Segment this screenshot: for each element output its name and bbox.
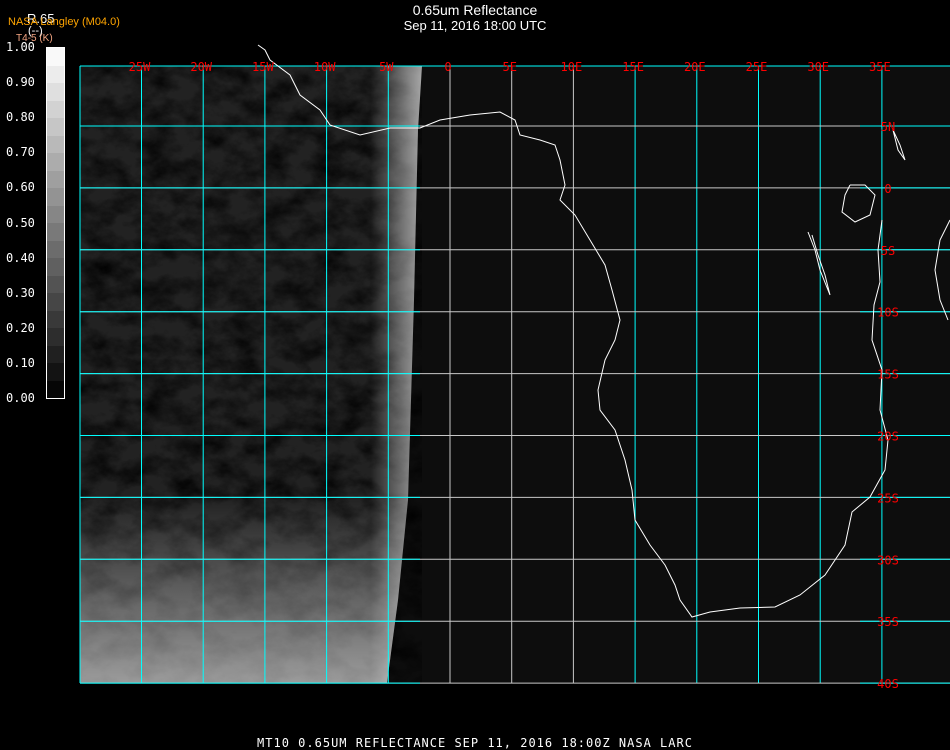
latitude-label: 15S [877, 368, 899, 382]
latitude-label: 10S [877, 306, 899, 320]
longitude-label: 5W [379, 60, 394, 74]
longitude-label: 35E [869, 60, 891, 74]
longitude-label: 25W [129, 60, 151, 74]
latitude-label: 0 [884, 182, 891, 196]
longitude-label: 20E [684, 60, 706, 74]
longitude-label: 15E [622, 60, 644, 74]
latitude-label: 40S [877, 677, 899, 691]
longitude-label: 5E [502, 60, 516, 74]
latitude-label: 5N [881, 120, 895, 134]
latitude-label: 5S [881, 244, 895, 258]
latitude-label: 20S [877, 430, 899, 444]
longitude-label: 25E [746, 60, 768, 74]
longitude-label: 15W [252, 60, 274, 74]
latitude-label: 25S [877, 491, 899, 505]
latitude-label: 35S [877, 615, 899, 629]
longitude-label: 10E [561, 60, 583, 74]
satellite-map: 25W 20W 15W 10W 5W 0 5E 10E 15E 20E 25E 30E 35E 5N 0 5S… [79, 44, 950, 691]
latitude-label: 30S [877, 553, 899, 567]
longitude-label: 0 [444, 60, 451, 74]
longitude-label: 30E [807, 60, 829, 74]
footer-caption: MT10 0.65UM REFLECTANCE SEP 11, 2016 18:… [257, 736, 693, 750]
longitude-label: 10W [314, 60, 336, 74]
longitude-label: 20W [190, 60, 212, 74]
cloud-imagery [80, 66, 422, 683]
